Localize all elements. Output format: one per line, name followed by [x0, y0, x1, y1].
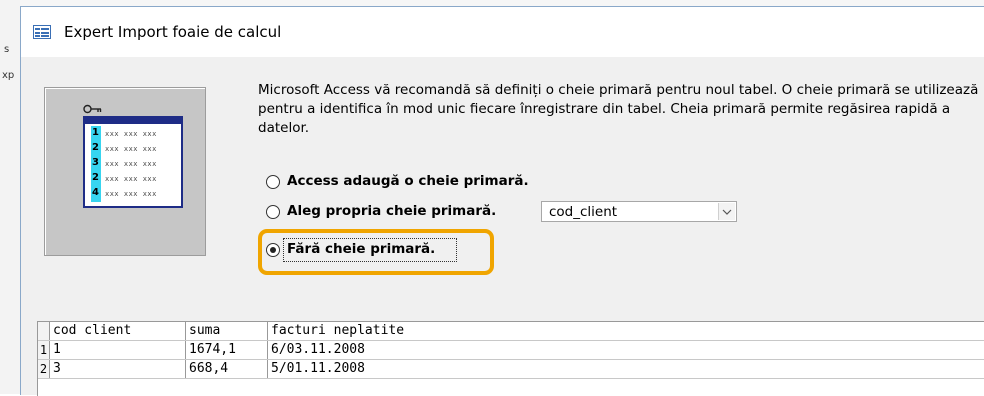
wizard-body: 1 2 3 2 4 xxx xxx xxx xxx xxx xxx xxx xx…: [21, 57, 984, 396]
table-cell: 6/03.11.2008: [271, 342, 365, 357]
option-choose-own-key[interactable]: Aleg propria cheie primară.: [266, 203, 536, 223]
illustration-row-number: 4: [92, 187, 99, 198]
table-cell: 5/01.11.2008: [271, 361, 365, 376]
row-number[interactable]: 2: [38, 360, 50, 378]
row-number[interactable]: 1: [38, 341, 50, 359]
preview-header-row: cod client suma facturi neplatite: [38, 322, 984, 341]
description-text: Microsoft Access vă recomandă să definiț…: [258, 82, 979, 136]
table-cell: 3: [50, 360, 186, 378]
dropdown-button[interactable]: [718, 203, 735, 220]
wizard-icon: [33, 25, 51, 39]
column-header[interactable]: facturi neplatite: [268, 322, 984, 340]
table-row: 1 1 1674,1 6/03.11.2008: [38, 341, 984, 360]
illustration-filler: xxx xxx xxx: [105, 190, 157, 198]
illustration-row-number: 2: [92, 142, 99, 153]
radio-button[interactable]: [266, 175, 280, 189]
radio-button-selected[interactable]: [266, 243, 280, 257]
table-cell: 668,4: [186, 360, 268, 378]
primary-key-illustration: 1 2 3 2 4 xxx xxx xxx xxx xxx xxx xxx xx…: [44, 87, 206, 256]
row-selector[interactable]: [38, 322, 50, 340]
option-no-primary-key[interactable]: Fără cheie primară.: [266, 238, 466, 262]
option-access-adds-key[interactable]: Access adaugă o cheie primară.: [266, 173, 546, 193]
option-label: Access adaugă o cheie primară.: [287, 173, 529, 189]
illustration-filler: xxx xxx xxx: [105, 145, 157, 153]
key-icon: [83, 104, 102, 114]
table-row: 2 3 668,4 5/01.11.2008: [38, 360, 984, 379]
primary-key-field-dropdown[interactable]: cod_client: [541, 201, 737, 222]
illustration-filler: xxx xxx xxx: [105, 130, 157, 138]
illustration-row-number: 1: [92, 127, 99, 138]
illustration-filler: xxx xxx xxx: [105, 160, 157, 168]
dialog-title: Expert Import foaie de calcul: [64, 23, 282, 41]
background-window: s xp: [0, 0, 20, 394]
title-bar[interactable]: Expert Import foaie de calcul: [21, 7, 984, 57]
chevron-down-icon: [722, 209, 732, 215]
column-header[interactable]: suma: [186, 322, 268, 340]
background-text-fragment: s: [4, 44, 10, 55]
illustration-row-number: 2: [92, 172, 99, 183]
table-cell: 1674,1: [186, 341, 268, 359]
background-text-fragment: xp: [2, 70, 15, 81]
illustration-row-number: 3: [92, 157, 99, 168]
column-header[interactable]: cod client: [50, 322, 186, 340]
table-cell: 1: [50, 341, 186, 359]
data-preview-grid[interactable]: cod client suma facturi neplatite 1 1 16…: [37, 321, 984, 396]
option-label: Aleg propria cheie primară.: [287, 203, 497, 219]
focus-rectangle: [283, 238, 457, 262]
table-icon: 1 2 3 2 4 xxx xxx xxx xxx xxx xxx xxx xx…: [83, 116, 183, 208]
radio-button[interactable]: [266, 205, 280, 219]
illustration-filler: xxx xxx xxx: [105, 175, 157, 183]
import-wizard-dialog: Expert Import foaie de calcul 1 2 3 2 4 …: [20, 6, 984, 396]
dropdown-value: cod_client: [549, 204, 618, 220]
